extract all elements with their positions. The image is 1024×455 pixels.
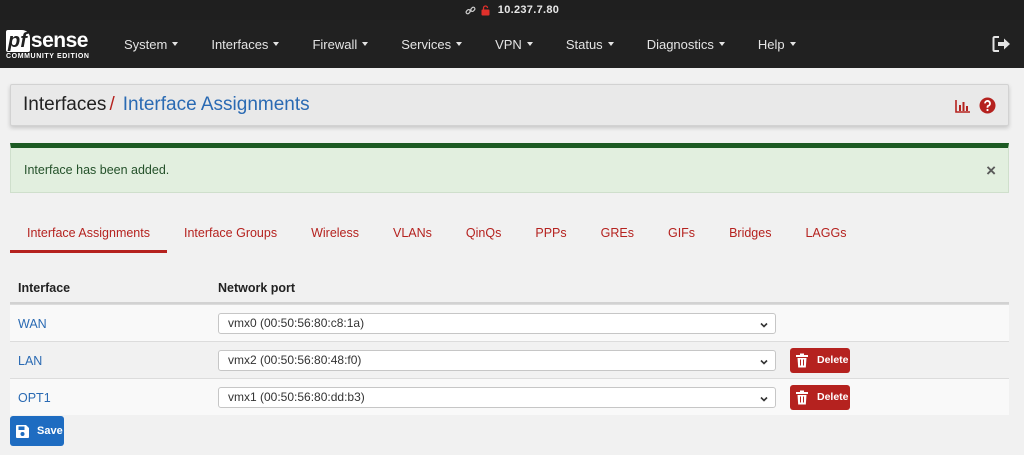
chevron-down-icon bbox=[759, 393, 769, 407]
column-header-interface: Interface bbox=[18, 281, 71, 295]
caret-down-icon bbox=[718, 42, 725, 46]
tab-interface-assignments[interactable]: Interface Assignments bbox=[10, 219, 167, 253]
main-menu: System Interfaces Firewall Services VPN … bbox=[112, 20, 796, 68]
caret-down-icon bbox=[526, 42, 533, 46]
menu-diagnostics-label: Diagnostics bbox=[646, 36, 714, 52]
menu-diagnostics[interactable]: Diagnostics bbox=[647, 20, 725, 68]
menu-help-label: Help bbox=[757, 36, 785, 52]
tab-wireless[interactable]: Wireless bbox=[294, 219, 376, 253]
delete-button-lan[interactable]: Delete bbox=[790, 347, 850, 373]
success-alert: Interface has been added. × bbox=[10, 143, 1009, 193]
menu-interfaces[interactable]: Interfaces bbox=[211, 20, 280, 68]
top-navbar: pf sense COMMUNITY EDITION System Interf… bbox=[0, 20, 1024, 68]
network-port-select-lan[interactable]: vmx2 (00:50:56:80:48:f0) bbox=[218, 349, 776, 371]
tab-vlans[interactable]: VLANs bbox=[376, 219, 449, 253]
tab-ppps[interactable]: PPPs bbox=[518, 219, 583, 253]
logo-edition: COMMUNITY EDITION bbox=[6, 53, 90, 60]
sign-out-icon[interactable] bbox=[992, 35, 1012, 53]
menu-firewall[interactable]: Firewall bbox=[312, 20, 369, 68]
caret-down-icon bbox=[273, 42, 280, 46]
caret-down-icon bbox=[607, 42, 614, 46]
bar-chart-icon[interactable] bbox=[955, 99, 971, 116]
tab-interface-groups[interactable]: Interface Groups bbox=[167, 219, 294, 253]
chevron-down-icon bbox=[759, 356, 769, 370]
menu-help[interactable]: Help bbox=[758, 20, 796, 68]
table-header: Interface Network port bbox=[10, 274, 1009, 304]
save-button-label: Save bbox=[37, 425, 63, 437]
tab-gifs[interactable]: GIFs bbox=[651, 219, 712, 253]
breadcrumb-separator: / bbox=[109, 94, 115, 115]
save-button[interactable]: Save bbox=[10, 416, 64, 446]
tab-laggs[interactable]: LAGGs bbox=[788, 219, 863, 253]
save-icon bbox=[16, 424, 29, 438]
close-icon[interactable]: × bbox=[986, 161, 996, 181]
menu-services[interactable]: Services bbox=[401, 20, 463, 68]
menu-services-label: Services bbox=[401, 36, 452, 52]
select-value: vmx2 (00:50:56:80:48:f0) bbox=[228, 353, 362, 367]
menu-vpn[interactable]: VPN bbox=[495, 20, 533, 68]
lock-icon bbox=[481, 4, 490, 16]
interface-assignments-table: Interface Network port WAN vmx0 (00:50:5… bbox=[10, 274, 1009, 415]
caret-down-icon bbox=[789, 42, 796, 46]
menu-status[interactable]: Status bbox=[566, 20, 614, 68]
logo-sense: sense bbox=[30, 29, 89, 52]
trash-icon bbox=[796, 353, 808, 367]
column-header-network-port: Network port bbox=[218, 281, 296, 295]
tab-qinqs[interactable]: QinQs bbox=[449, 219, 518, 253]
delete-button-label: Delete bbox=[817, 354, 849, 366]
delete-button-label: Delete bbox=[817, 391, 849, 403]
table-row: OPT1 vmx1 (00:50:56:80:dd:b3) Delete bbox=[10, 378, 1009, 415]
select-value: vmx1 (00:50:56:80:dd:b3) bbox=[228, 390, 365, 404]
tab-bridges[interactable]: Bridges bbox=[712, 219, 788, 253]
interface-link-opt1[interactable]: OPT1 bbox=[18, 391, 51, 405]
table-row: WAN vmx0 (00:50:56:80:c8:1a) bbox=[10, 304, 1009, 341]
table-row: LAN vmx2 (00:50:56:80:48:f0) Delete bbox=[10, 341, 1009, 378]
caret-down-icon bbox=[362, 42, 369, 46]
help-circle-icon[interactable] bbox=[979, 97, 996, 117]
menu-vpn-label: VPN bbox=[495, 36, 522, 52]
network-port-select-opt1[interactable]: vmx1 (00:50:56:80:dd:b3) bbox=[218, 386, 776, 408]
page-header: Interfaces / Interface Assignments bbox=[10, 84, 1009, 126]
menu-system[interactable]: System bbox=[124, 20, 179, 68]
delete-button-opt1[interactable]: Delete bbox=[790, 384, 850, 410]
tab-bar: Interface Assignments Interface Groups W… bbox=[10, 219, 863, 255]
menu-firewall-label: Firewall bbox=[312, 36, 358, 52]
select-value: vmx0 (00:50:56:80:c8:1a) bbox=[228, 316, 365, 330]
menu-interfaces-label: Interfaces bbox=[211, 36, 269, 52]
alert-message: Interface has been added. bbox=[24, 163, 170, 177]
interface-link-lan[interactable]: LAN bbox=[18, 354, 42, 368]
network-port-select-wan[interactable]: vmx0 (00:50:56:80:c8:1a) bbox=[218, 312, 776, 334]
tab-gres[interactable]: GREs bbox=[584, 219, 651, 253]
chevron-down-icon bbox=[759, 319, 769, 333]
caret-down-icon bbox=[456, 42, 463, 46]
url-text: 10.237.7.80 bbox=[497, 4, 560, 16]
pfsense-logo[interactable]: pf sense COMMUNITY EDITION bbox=[0, 28, 112, 60]
trash-icon bbox=[796, 390, 808, 404]
breadcrumb-current[interactable]: Interface Assignments bbox=[123, 94, 310, 116]
address-bar[interactable]: 10.237.7.80 bbox=[0, 0, 1024, 20]
caret-down-icon bbox=[172, 42, 179, 46]
menu-status-label: Status bbox=[565, 36, 603, 52]
link-icon bbox=[465, 5, 476, 16]
logo-pf: pf bbox=[6, 30, 30, 52]
interface-link-wan[interactable]: WAN bbox=[18, 317, 47, 331]
menu-system-label: System bbox=[124, 36, 168, 52]
breadcrumb-parent[interactable]: Interfaces bbox=[23, 94, 106, 116]
